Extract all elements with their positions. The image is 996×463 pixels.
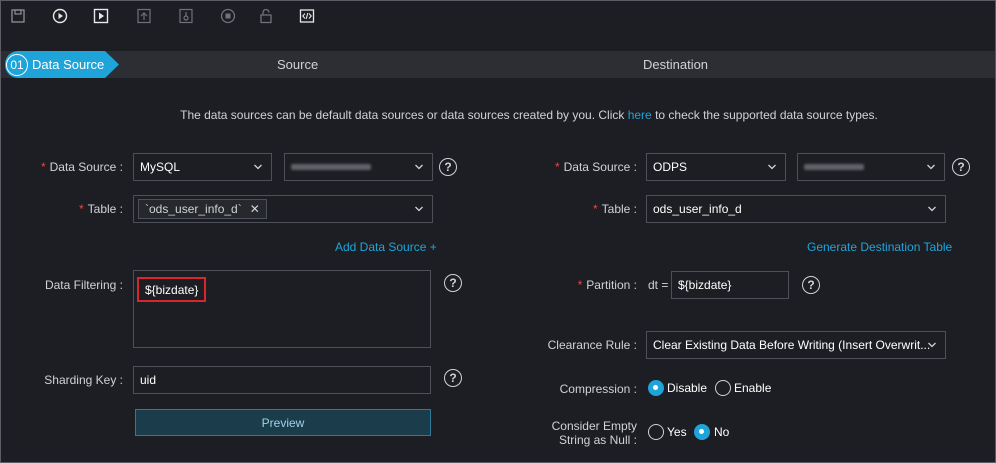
empty-null-no-radio[interactable] <box>694 424 710 440</box>
chevron-down-icon <box>927 164 935 170</box>
deploy-icon[interactable] <box>177 7 195 25</box>
close-icon[interactable]: ✕ <box>250 202 260 216</box>
dest-table-select[interactable]: ods_user_info_d <box>646 195 946 223</box>
dest-table-value: ods_user_info_d <box>653 202 742 216</box>
hint-after: to check the supported data source types… <box>651 108 878 122</box>
help-icon[interactable]: ? <box>444 274 462 292</box>
hint-here-link[interactable]: here <box>628 108 652 122</box>
clearance-rule-label: Clearance Rule : <box>547 338 637 352</box>
sharding-key-input[interactable]: uid <box>133 366 431 394</box>
help-icon[interactable]: ? <box>444 369 462 387</box>
compression-enable-label: Enable <box>734 381 772 395</box>
run-with-params-icon[interactable] <box>92 7 110 25</box>
compression-disable-radio[interactable] <box>648 380 664 396</box>
compression-disable-label: Disable <box>667 381 708 395</box>
dest-type-value: ODPS <box>653 160 688 174</box>
code-view-icon[interactable] <box>298 7 316 25</box>
stop-icon[interactable] <box>219 7 237 25</box>
chevron-down-icon <box>928 342 936 348</box>
step-bar: 01 Data Source Source Destination <box>1 51 995 78</box>
dest-data-source-label: * Data Source : <box>554 160 637 174</box>
redacted-value <box>291 164 371 170</box>
compression-enable-radio[interactable] <box>715 380 731 396</box>
table-tag: `ods_user_info_d` ✕ <box>138 199 267 219</box>
dest-table-label: * Table : <box>592 202 637 216</box>
partition-prefix: dt = <box>648 278 669 292</box>
source-data-source-label: * Data Source : <box>40 160 123 174</box>
help-icon[interactable]: ? <box>802 276 820 294</box>
source-type-select[interactable]: MySQL <box>133 153 272 181</box>
step-data-source-label: Data Source <box>32 57 105 72</box>
hint-text: The data sources can be default data sou… <box>0 108 996 122</box>
submit-icon[interactable] <box>135 7 153 25</box>
filter-value-highlight: ${bizdate} <box>137 277 207 302</box>
preview-button[interactable]: Preview <box>135 409 431 436</box>
help-icon[interactable]: ? <box>952 158 970 176</box>
source-table-label: * Table : <box>78 202 123 216</box>
clearance-rule-select[interactable]: Clear Existing Data Before Writing (Inse… <box>646 331 946 359</box>
source-table-select[interactable]: `ods_user_info_d` ✕ <box>133 195 433 223</box>
help-icon[interactable]: ? <box>439 158 457 176</box>
lock-icon[interactable] <box>257 7 275 25</box>
chevron-down-icon <box>254 164 262 170</box>
empty-null-no-label: No <box>714 425 730 439</box>
empty-null-label-line2: String as Null <box>558 433 631 447</box>
chevron-down-icon <box>928 206 936 212</box>
step-destination-label[interactable]: Destination <box>643 57 708 72</box>
add-data-source-link[interactable]: Add Data Source + <box>335 240 437 254</box>
empty-null-yes-radio[interactable] <box>648 424 664 440</box>
redacted-value <box>804 164 864 170</box>
save-icon[interactable] <box>9 7 27 25</box>
hint-before: The data sources can be default data sou… <box>180 108 628 122</box>
chevron-down-icon <box>415 206 423 212</box>
generate-destination-table-link[interactable]: Generate Destination Table <box>807 240 952 254</box>
empty-null-label: Consider Empty String as Null : <box>551 419 637 447</box>
partition-label: * Partition : <box>577 278 637 292</box>
source-datasource-select[interactable] <box>284 153 433 181</box>
source-type-value: MySQL <box>140 160 181 174</box>
dest-type-select[interactable]: ODPS <box>646 153 786 181</box>
sharding-key-label: Sharding Key : <box>44 373 123 387</box>
empty-null-label-line1: Consider Empty <box>551 419 637 433</box>
toolbar <box>1 1 995 32</box>
data-filtering-input[interactable]: ${bizdate} <box>133 270 431 348</box>
chevron-down-icon <box>415 164 423 170</box>
run-icon[interactable] <box>51 7 69 25</box>
chevron-down-icon <box>768 164 776 170</box>
compression-label: Compression : <box>559 382 637 396</box>
clearance-rule-value: Clear Existing Data Before Writing (Inse… <box>653 338 931 352</box>
empty-null-yes-label: Yes <box>667 425 687 439</box>
step-number: 01 <box>6 54 28 76</box>
data-filtering-label: Data Filtering : <box>44 278 123 292</box>
step-source-label[interactable]: Source <box>277 57 318 72</box>
dest-datasource-select[interactable] <box>797 153 945 181</box>
partition-input[interactable]: ${bizdate} <box>671 271 789 299</box>
